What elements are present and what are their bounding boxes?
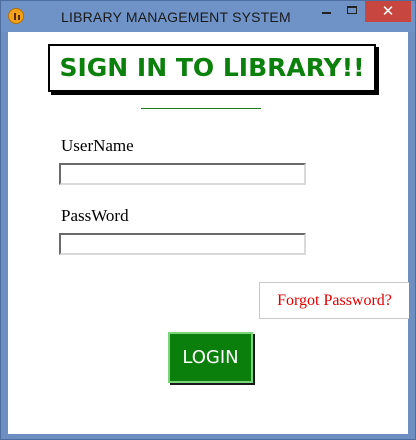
page-title: SIGN IN TO LIBRARY!! — [48, 44, 376, 92]
minimize-icon — [322, 12, 331, 14]
maximize-icon — [347, 6, 357, 14]
username-field[interactable] — [59, 163, 306, 185]
login-window: LIBRARY MANAGEMENT SYSTEM ✕ SIGN IN TO L… — [0, 0, 416, 440]
forgot-password-link[interactable]: Forgot Password? — [259, 282, 409, 319]
close-button[interactable]: ✕ — [365, 1, 411, 22]
minimize-button[interactable] — [313, 1, 339, 22]
window-title: LIBRARY MANAGEMENT SYSTEM — [61, 9, 291, 25]
library-app-icon[interactable] — [8, 8, 24, 24]
form-panel: SIGN IN TO LIBRARY!! UserName PassWord F… — [8, 32, 409, 434]
maximize-button[interactable] — [339, 1, 365, 22]
title-underline — [141, 108, 261, 109]
password-field[interactable] — [59, 233, 306, 255]
password-label: PassWord — [61, 206, 129, 225]
title-bar[interactable]: LIBRARY MANAGEMENT SYSTEM ✕ — [1, 1, 415, 32]
username-label: UserName — [61, 136, 134, 155]
close-icon: ✕ — [381, 2, 395, 20]
login-button[interactable]: LOGIN — [168, 332, 253, 383]
